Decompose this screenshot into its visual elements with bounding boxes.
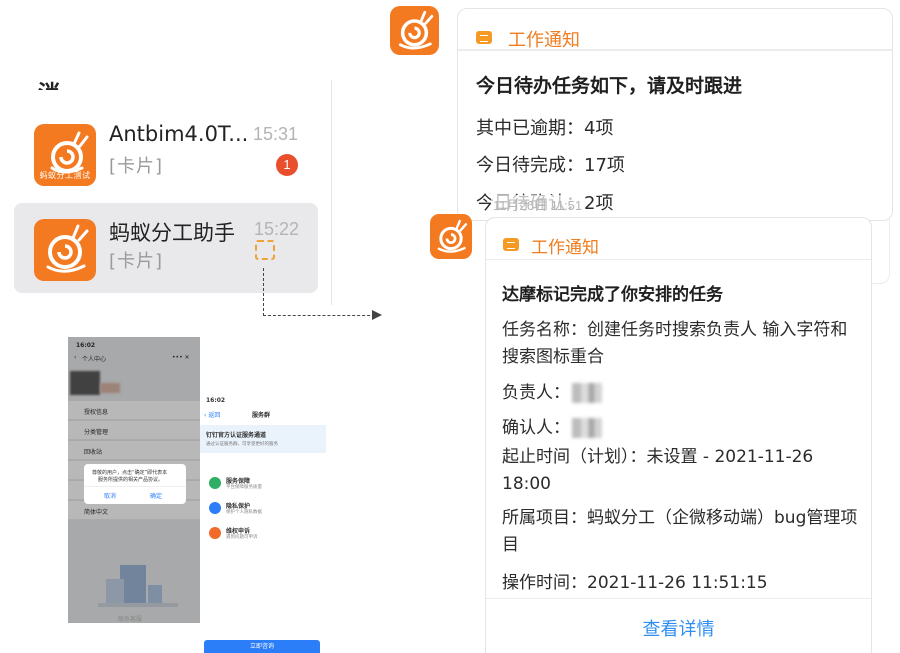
project-name: 所属项目：蚂蚁分工（企微移动端）bug管理项目	[502, 508, 858, 555]
shield-icon	[209, 477, 221, 489]
status-time: 16:02	[206, 397, 226, 404]
snail-app-icon	[34, 219, 96, 281]
highlight-marker	[255, 240, 275, 260]
confirmer-row: 确认人：	[502, 413, 602, 438]
chat-row-antbim[interactable]: 蚂蚁分工测试 Antbim4.0T... [卡片] 15:31 1	[14, 108, 318, 198]
card-header: 工作通知	[458, 9, 892, 51]
arrow-right-icon	[372, 310, 382, 320]
dialog-cancel-button[interactable]: 取消	[104, 491, 116, 500]
app-icon-caption: 蚂蚁分工测试	[39, 171, 91, 180]
dialog-confirm-button[interactable]: 确定	[150, 491, 162, 500]
overdue-count: 其中已逾期：4项	[476, 118, 614, 139]
annotation-connector	[263, 268, 264, 316]
service-banner: 钉钉官方认证服务通道 通过认证服务群，可享受更好的服务	[200, 425, 326, 453]
assignee-avatar-blurred	[572, 383, 602, 403]
plan-period: 起止时间（计划）：未设置 - 2021-11-26 18:00	[502, 447, 814, 494]
snail-app-icon: 蚂蚁分工测试	[34, 124, 96, 186]
task-name: 任务名称：创建任务时搜索负责人 输入字符和搜索图标重合	[502, 320, 848, 367]
chat-title: 蚂蚁分工助手	[109, 221, 235, 245]
due-today-count: 今日待完成：17项	[476, 155, 625, 176]
work-notice-card-todo[interactable]: 工作通知 今日待办任务如下，请及时跟进 其中已逾期：4项 今日待完成：17项 今…	[457, 8, 893, 221]
unread-badge: 1	[276, 154, 298, 176]
chat-time: 15:31	[252, 124, 298, 144]
work-notice-card-task-done[interactable]: 工作通知 达摩标记完成了你安排的任务 任务名称：创建任务时搜索负责人 输入字符和…	[485, 217, 872, 653]
back-button[interactable]: ‹ 返回	[204, 410, 220, 419]
phone-screenshot-profile: 16:02 ‹ 个人中心 ••• ✕ 授权信息 分类管理 回收站 更 语 简体中…	[68, 337, 200, 623]
view-details-link[interactable]: 查看详情	[486, 615, 871, 641]
chat-preview: [卡片]	[109, 251, 164, 272]
notice-icon	[476, 31, 492, 44]
annotation-connector	[263, 315, 375, 316]
card-heading: 今日待办任务如下，请及时跟进	[476, 75, 743, 97]
list-divider	[331, 80, 332, 305]
card-heading: 达摩标记完成了你安排的任务	[502, 285, 723, 305]
divider	[486, 598, 871, 599]
sender-avatar	[390, 6, 439, 55]
phone-screenshot-service: 16:02 ‹ 返回 服务群 钉钉官方认证服务通道 通过认证服务群，可享受更好的…	[200, 393, 326, 621]
footer-link[interactable]: 联系客服	[118, 614, 142, 623]
confirm-dialog: 尊敬的用户，点击“确定”即代表本 服务所提供的相关产品协议。 取消 确定	[84, 464, 186, 504]
list-heading: 消息	[38, 72, 78, 90]
nav-title: 服务群	[252, 412, 271, 419]
operated-at: 操作时间：2021-11-26 11:51:15	[502, 573, 768, 593]
sender-avatar	[430, 214, 472, 259]
card-header-label: 工作通知	[531, 238, 599, 258]
assignee-row: 负责人：	[502, 378, 602, 403]
message-timestamp: 11月26日 11:51	[491, 195, 585, 214]
chat-row-assistant[interactable]: 蚂蚁分工助手 [卡片] 15:22	[14, 203, 318, 293]
eye-icon	[209, 502, 221, 514]
chat-preview: [卡片]	[109, 156, 164, 177]
appeal-icon	[209, 527, 221, 539]
chat-title: Antbim4.0T...	[109, 122, 249, 146]
card-header: 工作通知	[486, 218, 871, 260]
notice-icon	[503, 238, 519, 251]
list-heading-text: 消息	[38, 76, 78, 90]
card-header-label: 工作通知	[508, 30, 580, 51]
confirmer-avatar-blurred	[572, 418, 602, 438]
consult-button[interactable]: 立即咨询	[204, 640, 320, 653]
chat-time: 15:22	[253, 219, 299, 239]
